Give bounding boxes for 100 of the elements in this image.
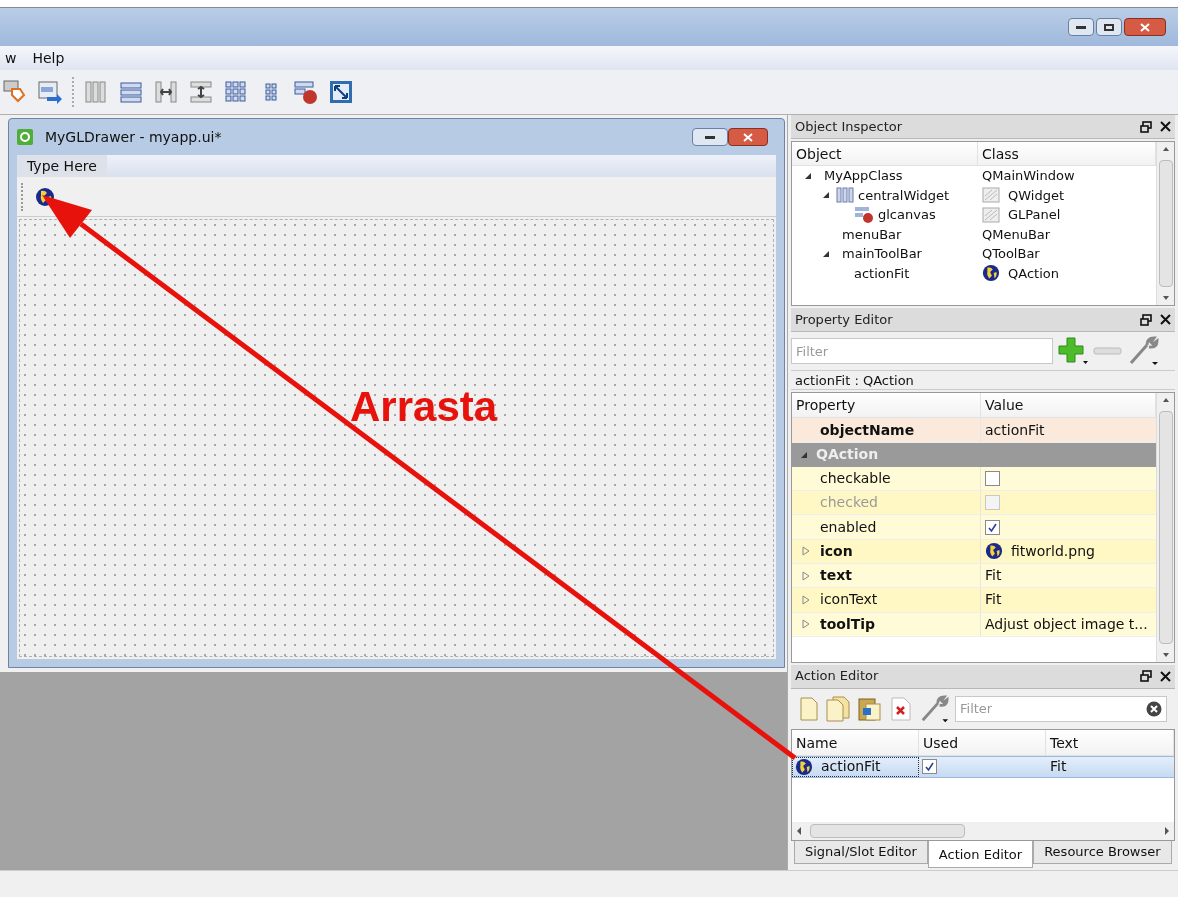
globe-icon bbox=[795, 757, 813, 776]
maximize-button[interactable] bbox=[1096, 18, 1122, 36]
class-name: QAction bbox=[1008, 264, 1059, 283]
dock-title: Property Editor bbox=[795, 311, 894, 330]
column-header[interactable]: Object bbox=[792, 142, 978, 165]
column-header[interactable]: Property bbox=[792, 393, 981, 418]
checkbox[interactable] bbox=[922, 759, 937, 775]
float-icon[interactable] bbox=[1140, 120, 1152, 133]
vertical-split-icon[interactable] bbox=[188, 79, 214, 105]
property-name: icon bbox=[820, 541, 853, 561]
menu-item[interactable]: Help bbox=[32, 47, 65, 69]
globe-icon bbox=[985, 542, 1003, 561]
property-row[interactable]: objectName actionFit bbox=[792, 418, 1156, 443]
collapsed-arrow-icon[interactable] bbox=[802, 619, 810, 630]
class-name: QMainWindow bbox=[982, 167, 1075, 185]
float-icon[interactable] bbox=[1140, 314, 1152, 326]
column-header[interactable]: Text bbox=[1046, 729, 1174, 755]
expanded-arrow-icon[interactable] bbox=[822, 191, 830, 200]
resize-icon[interactable] bbox=[328, 79, 354, 105]
menu-placeholder[interactable]: Type Here bbox=[17, 155, 107, 177]
checkbox[interactable] bbox=[985, 470, 1000, 486]
class-name: QToolBar bbox=[982, 245, 1040, 263]
property-row[interactable]: text Fit bbox=[792, 563, 1156, 589]
filter-field[interactable]: Filter bbox=[791, 338, 1053, 365]
class-name: QWidget bbox=[1008, 186, 1064, 205]
property-value: actionFit bbox=[985, 420, 1045, 440]
group-name: QAction bbox=[816, 445, 879, 465]
dock-title: Object Inspector bbox=[795, 117, 904, 136]
grid-icon[interactable] bbox=[223, 79, 249, 105]
property-name: toolTip bbox=[820, 614, 876, 634]
property-value: fitworld.png bbox=[1011, 541, 1095, 561]
close-icon[interactable] bbox=[1160, 670, 1171, 682]
object-name[interactable]: centralWidget bbox=[858, 185, 950, 205]
object-name[interactable]: MyAppClass bbox=[824, 166, 903, 186]
object-name[interactable]: menuBar bbox=[842, 224, 902, 244]
object-name[interactable]: mainToolBar bbox=[842, 244, 922, 264]
property-name: checked bbox=[820, 493, 878, 513]
property-name: iconText bbox=[820, 590, 878, 610]
action-text: Fit bbox=[1049, 757, 1068, 777]
float-icon[interactable] bbox=[1140, 670, 1152, 683]
minimize-button[interactable] bbox=[692, 128, 728, 146]
scroll-right-icon[interactable] bbox=[1164, 826, 1170, 835]
object-name[interactable]: actionFit bbox=[854, 263, 910, 283]
wrench-icon[interactable] bbox=[1127, 335, 1159, 368]
property-row[interactable]: enabled bbox=[792, 515, 1156, 540]
property-name: enabled bbox=[820, 517, 877, 537]
menu-item[interactable]: w bbox=[5, 47, 17, 69]
property-value: Adjust object image t... bbox=[985, 614, 1148, 634]
paste-icon[interactable] bbox=[857, 695, 883, 722]
dock-tab[interactable]: Signal/Slot Editor bbox=[794, 840, 928, 864]
broken-layout-icon bbox=[854, 205, 874, 224]
horizontal-scrollbar[interactable] bbox=[792, 821, 1174, 840]
filter-field[interactable]: Filter bbox=[955, 695, 1167, 722]
minimize-button[interactable] bbox=[1068, 18, 1094, 36]
expanded-arrow-icon[interactable] bbox=[804, 171, 812, 180]
app-icon bbox=[17, 129, 33, 145]
expanded-arrow-icon[interactable] bbox=[822, 249, 830, 258]
dock-tab[interactable]: Resource Browser bbox=[1033, 840, 1172, 864]
close-icon[interactable] bbox=[1160, 121, 1171, 132]
scrollbar[interactable] bbox=[1156, 142, 1174, 306]
horizontal-split-icon[interactable] bbox=[153, 79, 179, 105]
action-row[interactable]: actionFit Fit bbox=[792, 755, 1174, 778]
scroll-left-icon[interactable] bbox=[796, 826, 802, 835]
object-name[interactable]: glcanvas bbox=[878, 205, 936, 225]
close-button[interactable] bbox=[1124, 18, 1166, 36]
close-icon[interactable] bbox=[1160, 314, 1171, 326]
property-value: Fit bbox=[985, 566, 1002, 586]
dock-tab[interactable]: Action Editor bbox=[927, 840, 1034, 868]
property-name: objectName bbox=[820, 420, 915, 440]
collapsed-arrow-icon[interactable] bbox=[802, 594, 810, 605]
annotation-label: Arrasta bbox=[350, 382, 498, 432]
property-row[interactable]: checkable bbox=[792, 466, 1156, 492]
broken-layout-icon[interactable] bbox=[293, 79, 319, 105]
property-row[interactable]: toolTip Adjust object image t... bbox=[792, 612, 1156, 637]
scrollbar[interactable] bbox=[1156, 393, 1174, 662]
wrench-icon[interactable] bbox=[919, 693, 949, 724]
clear-icon[interactable] bbox=[1146, 700, 1162, 717]
property-row[interactable]: iconText Fit bbox=[792, 588, 1156, 613]
close-icon bbox=[1140, 22, 1150, 32]
property-name: text bbox=[820, 566, 852, 586]
plus-icon[interactable] bbox=[1057, 336, 1089, 367]
column-header[interactable]: Name bbox=[792, 729, 919, 755]
property-name: checkable bbox=[820, 468, 891, 488]
collapsed-arrow-icon[interactable] bbox=[802, 570, 810, 581]
action-name: actionFit bbox=[821, 757, 881, 777]
columns-icon bbox=[836, 187, 854, 204]
close-button[interactable] bbox=[728, 128, 768, 146]
delete-icon[interactable] bbox=[889, 695, 913, 722]
property-row[interactable]: icon fitworld.png bbox=[792, 539, 1156, 564]
globe-icon bbox=[982, 264, 1000, 283]
widget-icon bbox=[982, 206, 1000, 223]
collapsed-arrow-icon[interactable] bbox=[802, 546, 810, 557]
class-name: GLPanel bbox=[1008, 206, 1061, 224]
widget-icon bbox=[982, 187, 1000, 204]
form-title: MyGLDrawer - myapp.ui* bbox=[45, 127, 223, 147]
column-header[interactable]: Used bbox=[919, 729, 1046, 755]
tag-icon[interactable] bbox=[2, 79, 28, 105]
close-icon bbox=[743, 132, 753, 142]
checkbox[interactable] bbox=[985, 519, 1000, 535]
class-name: QMenuBar bbox=[982, 225, 1051, 244]
